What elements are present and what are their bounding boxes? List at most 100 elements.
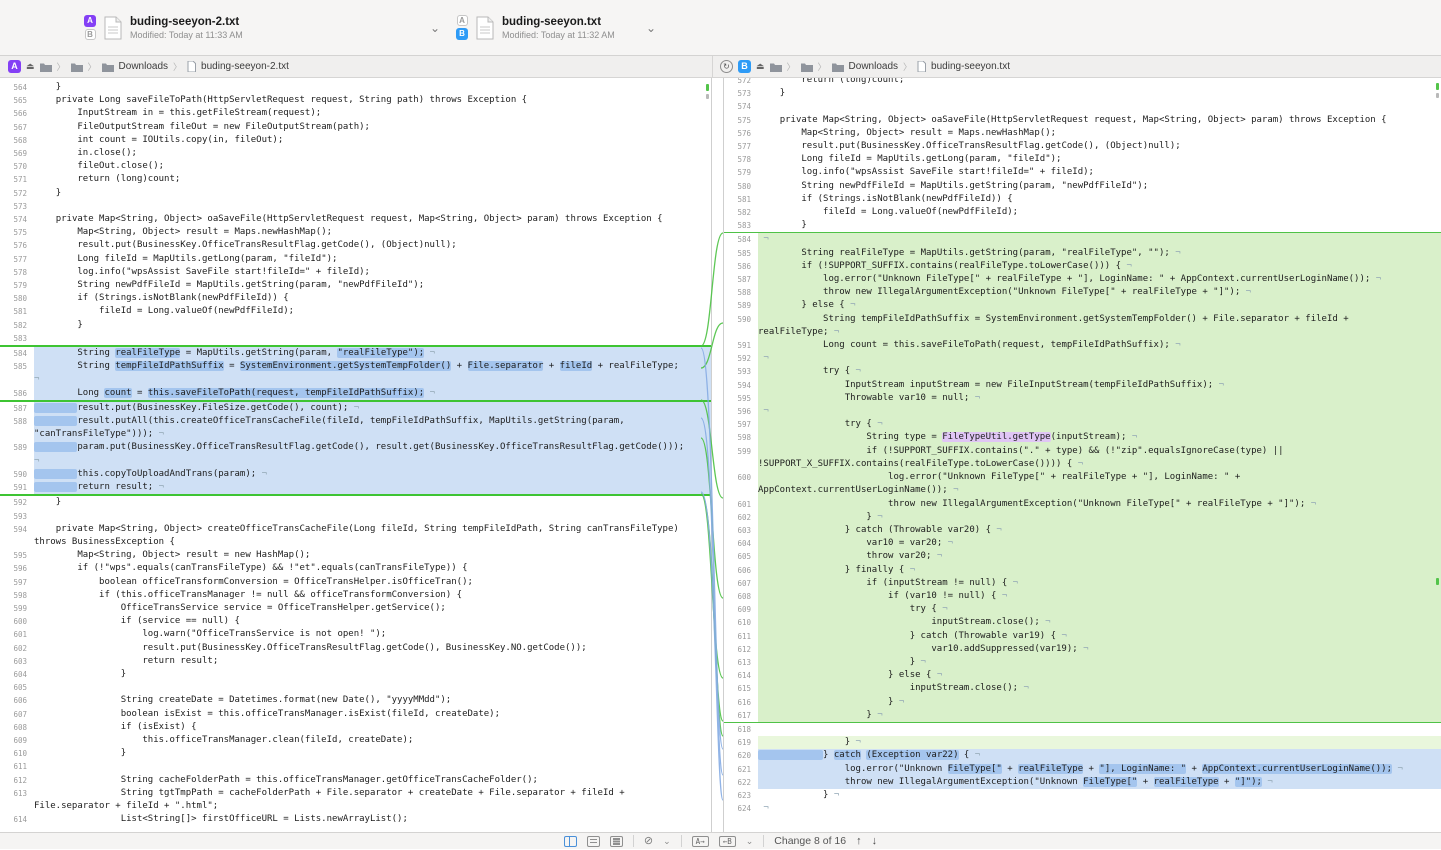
file-selector-a[interactable]: A B buding-seeyon-2.txt Modified: Today …	[84, 8, 440, 48]
line-number: 564	[0, 81, 34, 94]
line-number: 583	[724, 219, 758, 232]
line-number: 583	[0, 332, 34, 345]
crumb-downloads[interactable]: Downloads	[119, 61, 168, 72]
eol-mark: ¬	[828, 790, 839, 800]
crumb-file-b[interactable]: buding-seeyon.txt	[931, 61, 1010, 72]
line-number: 591	[724, 339, 758, 352]
chevron-down-icon[interactable]: ⌄	[746, 837, 754, 845]
code-text: } ¬	[758, 511, 1441, 524]
chevron-down-icon[interactable]: ⌄	[663, 837, 671, 845]
folder-icon[interactable]	[40, 62, 52, 72]
code-row: 606 String createDate = Datetimes.format…	[0, 694, 711, 707]
line-number: 601	[0, 628, 34, 641]
code-text: } ¬	[758, 656, 1441, 669]
eol-mark: ¬	[1040, 617, 1051, 627]
view-mode-unified-icon[interactable]	[610, 836, 623, 847]
code-row: 586 if (!SUPPORT_SUFFIX.contains(realFil…	[724, 260, 1441, 273]
code-text: fileOut.close();	[34, 160, 711, 173]
view-mode-blocks-icon[interactable]	[587, 836, 600, 847]
view-mode-fluid-icon[interactable]	[564, 836, 577, 847]
line-number: 614	[0, 813, 34, 826]
sync-scroll-icon[interactable]: ↻	[720, 60, 733, 73]
line-number: 607	[0, 708, 34, 721]
code-text: result.put(BusinessKey.FileSize.getCode(…	[34, 402, 711, 415]
line-number: 604	[724, 537, 758, 550]
code-text: private Map<String, Object> oaSaveFile(H…	[34, 213, 711, 226]
code-text: log.info("wpsAssist SaveFile start!fileI…	[34, 266, 711, 279]
line-number: 581	[0, 305, 34, 318]
code-text: try { ¬	[758, 603, 1441, 616]
crumb-separator: 〉	[903, 60, 912, 73]
code-row: 579 log.info("wpsAssist SaveFile start!f…	[724, 166, 1441, 179]
code-text: }	[34, 496, 711, 509]
eject-icon[interactable]: ⏏	[26, 61, 35, 72]
code-text: in.close();	[34, 147, 711, 160]
code-text: }	[34, 747, 711, 760]
code-text: InputStream inputStream = new FileInputS…	[758, 379, 1441, 392]
line-number: 605	[0, 681, 34, 694]
code-row: 587 result.put(BusinessKey.FileSize.getC…	[0, 402, 711, 415]
line-number: 601	[724, 498, 758, 511]
chevron-down-icon[interactable]: ⌄	[430, 23, 440, 33]
code-row: 589 } else { ¬	[724, 299, 1441, 312]
code-text: }	[34, 81, 711, 94]
folder-icon[interactable]	[770, 62, 782, 72]
code-text: return result; ¬	[34, 481, 711, 494]
crumb-file-a[interactable]: buding-seeyon-2.txt	[201, 61, 289, 72]
folder-icon[interactable]	[832, 62, 844, 72]
code-text: this.copyToUploadAndTrans(param); ¬	[34, 468, 711, 481]
code-text: Map<String, Object> result = Maps.newHas…	[34, 226, 711, 239]
file-icon	[917, 61, 926, 72]
code-row: 618	[724, 723, 1441, 736]
pane-a-code[interactable]: 564 }565 private Long saveFileToPath(Htt…	[0, 78, 712, 832]
eject-icon[interactable]: ⏏	[756, 61, 765, 72]
crumb-downloads[interactable]: Downloads	[849, 61, 898, 72]
previous-change-arrow-icon[interactable]: ↑	[856, 835, 862, 847]
code-text: this.officeTransManager.clean(fileId, cr…	[34, 734, 711, 747]
line-number: 578	[724, 153, 758, 166]
code-row: 588 throw new IllegalArgumentException("…	[724, 286, 1441, 299]
badge-a-active: A	[84, 15, 96, 27]
line-number: 590	[0, 468, 34, 481]
line-number: 569	[0, 147, 34, 160]
folder-icon[interactable]	[71, 62, 83, 72]
copy-a-to-b-icon[interactable]: A→	[692, 836, 709, 847]
code-row: 600 if (service == null) {	[0, 615, 711, 628]
code-row: 603 return result;	[0, 655, 711, 668]
eol-mark: ¬	[1370, 274, 1381, 284]
eol-mark: ¬	[872, 512, 883, 522]
eol-mark: ¬	[828, 327, 839, 337]
eol-mark: ¬	[942, 538, 953, 548]
pane-b-code[interactable]: 572 return (long)count;573 }574575 priva…	[723, 78, 1441, 832]
file-selector-b[interactable]: A B buding-seeyon.txt Modified: Today at…	[456, 8, 656, 48]
folder-icon[interactable]	[801, 62, 813, 72]
code-row: 591 Long count = this.saveFileToPath(req…	[724, 339, 1441, 352]
line-number: 582	[0, 319, 34, 332]
chevron-down-icon[interactable]: ⌄	[646, 23, 656, 33]
code-row: 607 boolean isExist = this.officeTransMa…	[0, 708, 711, 721]
code-text: try { ¬	[758, 365, 1441, 378]
code-row: 594 private Map<String, Object> createOf…	[0, 523, 711, 549]
line-number: 616	[724, 696, 758, 709]
eol-mark: ¬	[1240, 287, 1251, 297]
diff-panes: 564 }565 private Long saveFileToPath(Htt…	[0, 78, 1441, 832]
eol-mark: ¬	[915, 657, 926, 667]
change-map-mark	[706, 84, 709, 91]
change-map-mark	[1436, 93, 1439, 98]
pane-b-badge: B	[738, 60, 751, 73]
line-number: 579	[0, 279, 34, 292]
code-row: 603 } catch (Throwable var20) { ¬	[724, 524, 1441, 537]
next-change-arrow-icon[interactable]: ↓	[872, 835, 878, 847]
code-text: boolean isExist = this.officeTransManage…	[34, 708, 711, 721]
folder-icon[interactable]	[102, 62, 114, 72]
badge-b-active: B	[456, 28, 468, 40]
code-text: String realFileType = MapUtils.getString…	[34, 347, 711, 360]
filter-changes-icon[interactable]: ⊘	[644, 835, 653, 847]
code-row: 614 List<String[]> firstOfficeURL = List…	[0, 813, 711, 826]
code-row: 570 fileOut.close();	[0, 160, 711, 173]
line-number: 619	[724, 736, 758, 749]
code-text: return result;	[34, 655, 711, 668]
copy-b-to-a-icon[interactable]: ←B	[719, 836, 736, 847]
eol-mark: ¬	[1126, 432, 1137, 442]
code-row: 583	[0, 332, 711, 345]
